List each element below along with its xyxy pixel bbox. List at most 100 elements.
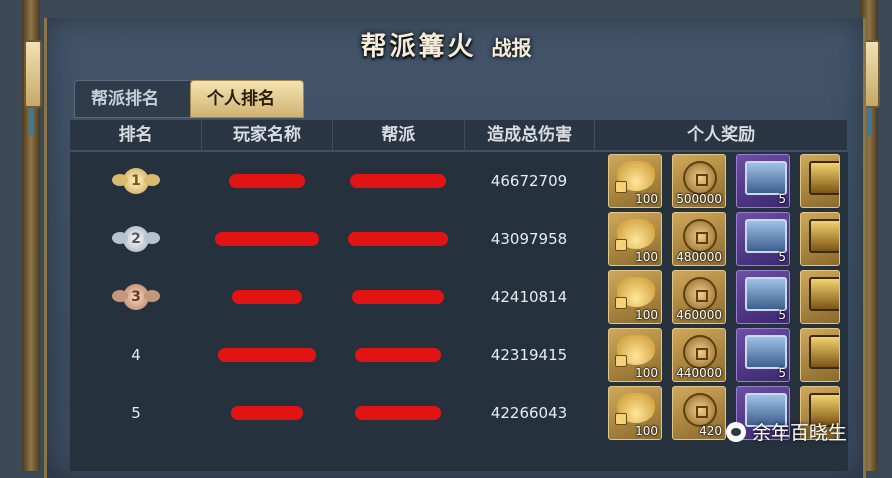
- rank-cell: 1: [70, 152, 202, 210]
- redaction-mark: [348, 232, 448, 246]
- gold-chest-icon: [809, 161, 839, 195]
- player-name-cell: [202, 210, 332, 268]
- damage-cell: 42410814: [490, 288, 568, 306]
- copper-coin-icon: [683, 161, 717, 195]
- reward-item[interactable]: 100: [608, 386, 662, 440]
- column-header-player: 玩家名称: [202, 120, 333, 150]
- player-name-cell: [202, 384, 332, 442]
- reward-item[interactable]: 100: [608, 270, 662, 324]
- left-tassel-icon: [29, 108, 33, 136]
- guild-name-cell: [332, 268, 464, 326]
- reward-item[interactable]: 5: [736, 328, 790, 382]
- player-name-cell: [202, 268, 332, 326]
- watermark: 余年百晓生: [726, 418, 847, 445]
- player-name-cell: [202, 326, 332, 384]
- rank-number: 5: [131, 404, 141, 422]
- reward-item[interactable]: [800, 270, 840, 324]
- guild-name-cell: [332, 152, 464, 210]
- gold-chest-icon: [809, 277, 839, 311]
- reward-cell: 100 460000 5: [594, 268, 848, 326]
- table-row[interactable]: 2 43097958 100 480000 5: [70, 210, 848, 268]
- silver-medal-icon: 2: [108, 224, 164, 254]
- tab-personal-ranking[interactable]: 个人排名: [190, 80, 304, 118]
- page-subtitle: 战报: [491, 36, 532, 60]
- guild-name-cell: [332, 210, 464, 268]
- reward-item[interactable]: 480000: [672, 212, 726, 266]
- table-row[interactable]: 3 42410814 100 460000 5: [70, 268, 848, 326]
- reward-item[interactable]: 100: [608, 212, 662, 266]
- reward-item[interactable]: [800, 328, 840, 382]
- copper-coin-icon: [683, 393, 717, 427]
- gold-chest-icon: [809, 219, 839, 253]
- damage-cell: 42319415: [490, 346, 568, 364]
- copper-coin-icon: [683, 219, 717, 253]
- copper-coin-icon: [683, 277, 717, 311]
- redaction-mark: [218, 348, 316, 362]
- reward-quantity: 100: [635, 192, 658, 206]
- reward-quantity: 480000: [676, 250, 722, 264]
- table-row[interactable]: 4 42319415 100 440000 5: [70, 326, 848, 384]
- reward-item[interactable]: 5: [736, 212, 790, 266]
- reward-quantity: 500000: [676, 192, 722, 206]
- reward-item[interactable]: 500000: [672, 154, 726, 208]
- reward-quantity: 100: [635, 424, 658, 438]
- damage-cell: 42266043: [490, 404, 568, 422]
- reward-item[interactable]: 420: [672, 386, 726, 440]
- column-header-rank: 排名: [70, 120, 203, 150]
- reward-item[interactable]: 5: [736, 154, 790, 208]
- gold-chest-icon: [809, 335, 839, 369]
- reward-quantity: 460000: [676, 308, 722, 322]
- redaction-mark: [215, 232, 319, 246]
- wechat-icon: [726, 421, 746, 442]
- bronze-medal-icon: 3: [108, 282, 164, 312]
- reward-quantity: 420: [699, 424, 722, 438]
- guild-name-cell: [332, 384, 464, 442]
- rank-number: 4: [131, 346, 141, 364]
- gold-medal-icon: 1: [108, 166, 164, 196]
- reward-item[interactable]: 100: [608, 154, 662, 208]
- lock-icon: [615, 297, 627, 309]
- reward-cell: 100 440000 5: [594, 326, 848, 384]
- blue-chest-icon: [745, 335, 787, 369]
- right-tassel-icon: [867, 108, 871, 136]
- lock-icon: [615, 413, 627, 425]
- column-header-guild: 帮派: [333, 120, 465, 150]
- redaction-mark: [355, 406, 441, 420]
- damage-cell: 43097958: [490, 230, 568, 248]
- reward-quantity: 100: [635, 250, 658, 264]
- blue-chest-icon: [745, 219, 787, 253]
- reward-item[interactable]: [800, 154, 840, 208]
- reward-quantity: 5: [778, 192, 786, 206]
- reward-item[interactable]: 5: [736, 270, 790, 324]
- reward-cell: 100 500000 5: [594, 152, 848, 210]
- reward-item[interactable]: [800, 212, 840, 266]
- redaction-mark: [232, 290, 302, 304]
- lock-icon: [615, 239, 627, 251]
- table-row[interactable]: 1 46672709 100 500000 5: [70, 152, 848, 210]
- reward-quantity: 440000: [676, 366, 722, 380]
- redaction-mark: [352, 290, 444, 304]
- watermark-text: 余年百晓生: [752, 422, 848, 444]
- reward-item[interactable]: 440000: [672, 328, 726, 382]
- reward-cell: 100 480000 5: [594, 210, 848, 268]
- rank-cell: 3: [70, 268, 202, 326]
- rank-cell: 2: [70, 210, 202, 268]
- redaction-mark: [355, 348, 441, 362]
- header: 帮派篝火 战报: [0, 26, 892, 63]
- redaction-mark: [231, 406, 303, 420]
- reward-item[interactable]: 100: [608, 328, 662, 382]
- redaction-mark: [350, 174, 446, 188]
- reward-quantity: 5: [778, 366, 786, 380]
- reward-quantity: 100: [635, 366, 658, 380]
- copper-coin-icon: [683, 335, 717, 369]
- blue-chest-icon: [745, 277, 787, 311]
- redaction-mark: [229, 174, 305, 188]
- rank-cell: 4: [70, 326, 202, 384]
- column-header-damage: 造成总伤害: [465, 120, 596, 150]
- reward-quantity: 5: [778, 308, 786, 322]
- reward-quantity: 100: [635, 308, 658, 322]
- reward-item[interactable]: 460000: [672, 270, 726, 324]
- reward-quantity: 5: [778, 250, 786, 264]
- tab-guild-ranking[interactable]: 帮派排名: [74, 80, 200, 118]
- table-header: 排名 玩家名称 帮派 造成总伤害 个人奖励: [70, 120, 849, 150]
